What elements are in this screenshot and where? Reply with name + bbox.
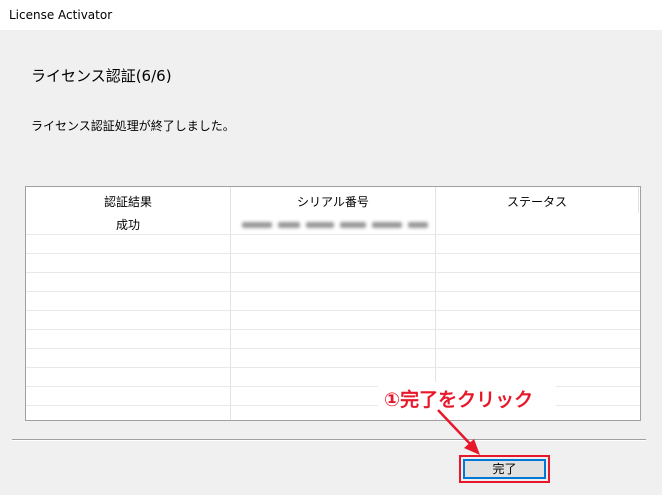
window-title: License Activator (9, 8, 113, 22)
status-message: ライセンス認証処理が終了しました。 (31, 119, 235, 133)
row-divider (26, 367, 640, 368)
finish-button[interactable]: 完了 (459, 455, 550, 483)
column-header-serial[interactable]: シリアル番号 (231, 194, 435, 210)
column-header-status[interactable]: ステータス (436, 194, 638, 210)
row-divider (26, 310, 640, 311)
row-status-cell (436, 217, 638, 233)
title-bar: License Activator (0, 0, 662, 30)
row-divider (26, 234, 640, 235)
row-divider (26, 253, 640, 254)
row-divider (26, 329, 640, 330)
finish-button-label[interactable]: 完了 (463, 459, 546, 479)
row-divider (26, 291, 640, 292)
step-title: ライセンス認証(6/6) (31, 67, 172, 85)
row-divider (26, 272, 640, 273)
footer-divider-highlight (12, 440, 646, 441)
column-header-result[interactable]: 認証結果 (26, 194, 230, 210)
serial-number-redacted (240, 218, 430, 232)
row-divider (26, 348, 640, 349)
column-divider (638, 187, 639, 213)
annotation-arrow-icon (437, 409, 480, 455)
row-result-cell: 成功 (115, 218, 140, 232)
